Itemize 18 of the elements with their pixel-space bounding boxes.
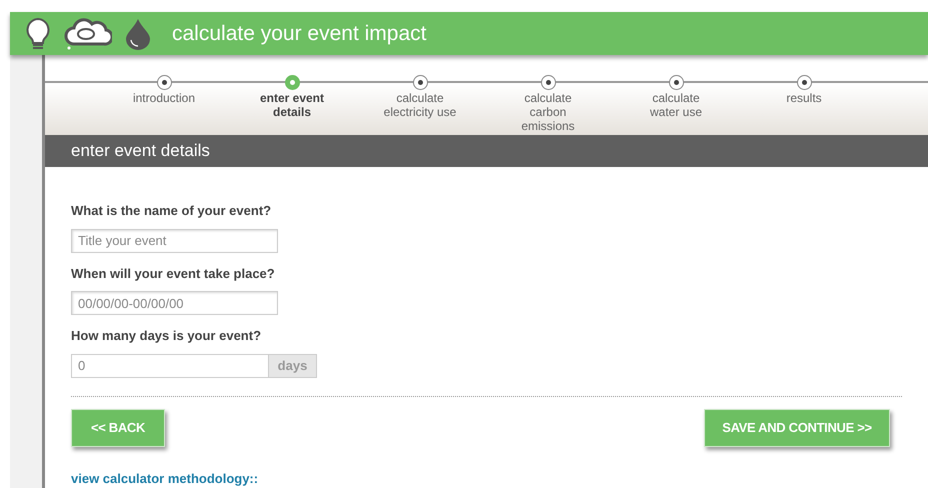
page-title: calculate your event impact: [172, 20, 426, 47]
section-title: enter event details: [71, 140, 210, 162]
methodology-link[interactable]: view calculator methodology::: [71, 468, 258, 488]
step-tab[interactable]: calculate water use: [612, 74, 740, 133]
step-tab[interactable]: calculate carbon emissions: [484, 74, 612, 133]
water-drop-icon: [124, 18, 152, 50]
input-field[interactable]: 00/00/00-00/00/00: [71, 291, 278, 315]
co2-cloud-icon: [64, 18, 112, 50]
input-field[interactable]: Title your event: [71, 228, 278, 252]
step-tab[interactable]: calculate electricity use: [356, 74, 484, 133]
lightbulb-icon: [24, 16, 52, 50]
field-label: When will your event take place?: [71, 264, 276, 283]
step-tab[interactable]: results: [740, 74, 868, 133]
unit-label: days: [268, 354, 316, 376]
field-label: How many days is your event?: [71, 327, 262, 345]
step-tab[interactable]: enter event details: [228, 74, 356, 133]
step-tab[interactable]: introduction: [100, 74, 228, 133]
field-label: What is the name of your event?: [71, 202, 272, 220]
